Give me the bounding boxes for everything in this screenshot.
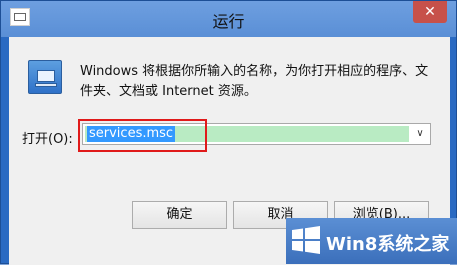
windows-logo-icon xyxy=(292,226,320,254)
annotation-box xyxy=(78,119,207,152)
run-program-icon xyxy=(28,60,62,94)
open-label: 打开(O): xyxy=(22,132,73,147)
ok-button[interactable]: 确定 xyxy=(132,201,227,229)
chevron-down-icon[interactable]: ∨ xyxy=(412,126,428,142)
title-bar[interactable]: 运行 ✕ xyxy=(1,1,456,37)
close-button[interactable]: ✕ xyxy=(413,1,447,23)
window-title: 运行 xyxy=(212,12,245,31)
description-text: Windows 将根据你所输入的名称，为你打开相应的程序、文件夹、文档或 Int… xyxy=(80,64,429,99)
watermark-text: Win8系统之家 xyxy=(326,234,450,255)
watermark: Win8系统之家 xyxy=(286,218,457,264)
